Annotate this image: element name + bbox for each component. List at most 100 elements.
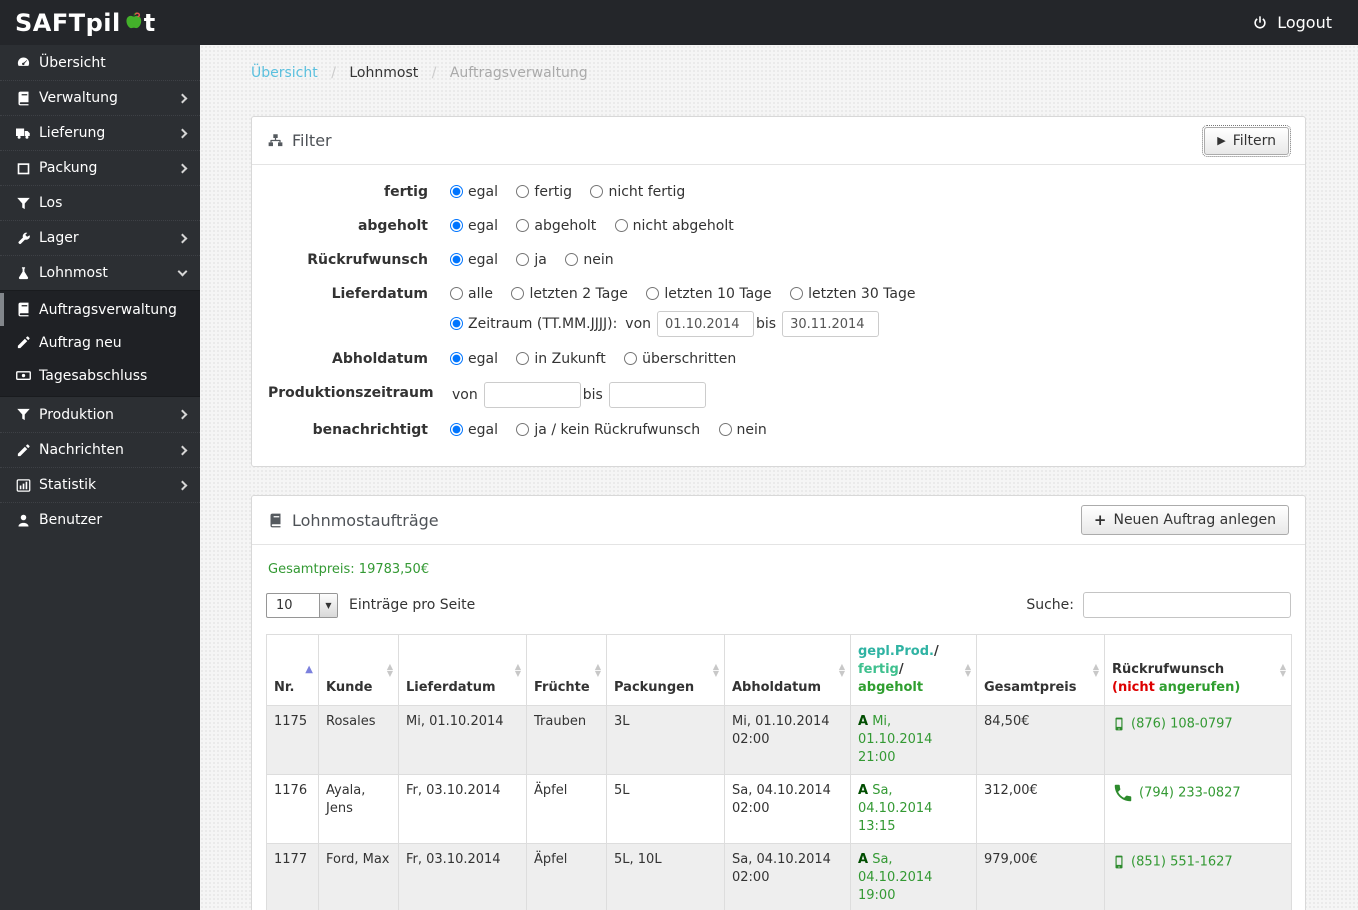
- radio-rueckruf-ja[interactable]: [516, 253, 530, 266]
- breadcrumb-link-uebersicht[interactable]: Übersicht: [251, 65, 318, 81]
- column-header-rueckrufwunsch[interactable]: Rückrufwunsch (nicht angerufen) ▲ ▼: [1104, 634, 1292, 706]
- sort-icons: ▲ ▼: [712, 662, 719, 678]
- filter-label-benachrichtigt: benachrichtigt: [312, 422, 428, 438]
- banknote-icon: [14, 368, 32, 383]
- radio-abholdatum-zukunft[interactable]: [516, 352, 530, 365]
- per-page-label: Einträge pro Seite: [349, 597, 476, 613]
- sidebar-item-lohnmost[interactable]: Lohnmost: [0, 255, 200, 290]
- filter-label-fertig: fertig: [383, 184, 428, 200]
- column-header-lieferdatum[interactable]: Lieferdatum ▲ ▼: [398, 634, 527, 706]
- orders-panel-body: Gesamtpreis: 19783,50€ 10 ▼ Einträge pro…: [252, 545, 1305, 910]
- order-row-1176[interactable]: 1176 Ayala, Jens Fr, 03.10.2014 Äpfel 5L…: [266, 774, 1292, 844]
- produktion-von-input[interactable]: [483, 382, 581, 408]
- radio-option-rueckruf-ja[interactable]: ja: [516, 252, 547, 268]
- sidebar-item-verwaltung[interactable]: Verwaltung: [0, 80, 200, 115]
- radio-option-benachrichtigt-nein[interactable]: nein: [718, 422, 767, 438]
- radio-option-abholdatum-ueberschritten[interactable]: überschritten: [624, 351, 736, 367]
- cell-packungen: 3L: [606, 705, 725, 775]
- radio-option-fertig-nicht-fertig[interactable]: nicht fertig: [590, 184, 685, 200]
- sidebar-subitem-tagesabschluss[interactable]: Tagesabschluss: [0, 359, 200, 392]
- sidebar-item-uebersicht[interactable]: Übersicht: [0, 45, 200, 80]
- sidebar-item-produktion[interactable]: Produktion: [0, 397, 200, 432]
- radio-fertig-nicht-fertig[interactable]: [590, 185, 604, 198]
- sidebar-item-lieferung[interactable]: Lieferung: [0, 115, 200, 150]
- filter-label-lieferdatum: Lieferdatum: [331, 286, 428, 302]
- lieferdatum-bis-input[interactable]: [782, 311, 880, 337]
- search-area: Suche:: [1026, 592, 1291, 618]
- order-row-1175[interactable]: 1175 Rosales Mi, 01.10.2014 Trauben 3L M…: [266, 705, 1292, 775]
- phone-number-link[interactable]: (851) 551-1627: [1131, 855, 1233, 870]
- radio-abgeholt-nicht-abgeholt[interactable]: [614, 219, 628, 232]
- radio-lieferdatum-alle[interactable]: [450, 287, 463, 300]
- radio-lieferdatum-2tage[interactable]: [511, 287, 525, 300]
- radio-lieferdatum-30tage[interactable]: [790, 287, 804, 300]
- per-page-select[interactable]: 10 ▼: [266, 592, 338, 618]
- radio-option-abgeholt-egal[interactable]: egal: [450, 218, 498, 234]
- radio-benachrichtigt-egal[interactable]: [450, 423, 463, 436]
- sidebar-item-los[interactable]: Los: [0, 185, 200, 220]
- radio-option-abholdatum-zukunft[interactable]: in Zukunft: [516, 351, 606, 367]
- breadcrumb: Übersicht / Lohnmost / Auftragsverwaltun…: [251, 65, 1306, 81]
- produktion-bis-input[interactable]: [608, 382, 706, 408]
- dashboard-icon: [14, 55, 32, 70]
- radio-option-lieferdatum-30tage[interactable]: letzten 30 Tage: [790, 286, 916, 302]
- radio-option-rueckruf-egal[interactable]: egal: [450, 252, 498, 268]
- phone-number-link[interactable]: (876) 108-0797: [1131, 717, 1233, 732]
- radio-lieferdatum-zeitraum[interactable]: [450, 316, 463, 330]
- funnel-icon: [14, 196, 32, 211]
- radio-abholdatum-ueberschritten[interactable]: [624, 352, 638, 365]
- radio-fertig-fertig[interactable]: [516, 185, 530, 198]
- phone-number-link[interactable]: (794) 233-0827: [1139, 786, 1241, 801]
- radio-option-lieferdatum-zeitraum[interactable]: Zeitraum (TT.MM.JJJJ):: [450, 313, 617, 336]
- sidebar-item-packung[interactable]: Packung: [0, 150, 200, 185]
- filtern-button[interactable]: ▶ Filtern: [1202, 124, 1291, 157]
- radio-option-fertig-egal[interactable]: egal: [450, 184, 498, 200]
- radio-abgeholt-abgeholt[interactable]: [516, 219, 530, 232]
- radio-option-abgeholt-nicht-abgeholt[interactable]: nicht abgeholt: [614, 218, 734, 234]
- column-header-abholdatum[interactable]: Abholdatum ▲ ▼: [724, 634, 851, 706]
- radio-option-abholdatum-egal[interactable]: egal: [450, 351, 498, 367]
- column-header-gesamtpreis[interactable]: Gesamtpreis ▲ ▼: [976, 634, 1105, 706]
- order-row-1177[interactable]: 1177 Ford, Max Fr, 03.10.2014 Äpfel 5L, …: [266, 843, 1292, 910]
- radio-option-rueckruf-nein[interactable]: nein: [565, 252, 614, 268]
- radio-rueckruf-egal[interactable]: [450, 253, 463, 266]
- sort-icons: ▲ ▼: [514, 662, 521, 678]
- radio-option-benachrichtigt-ja[interactable]: ja / kein Rückrufwunsch: [516, 422, 700, 438]
- radio-fertig-egal[interactable]: [450, 185, 463, 198]
- lieferdatum-von-input[interactable]: [657, 311, 755, 337]
- radio-lieferdatum-10tage[interactable]: [646, 287, 660, 300]
- search-input[interactable]: [1083, 592, 1291, 618]
- radio-rueckruf-nein[interactable]: [565, 253, 579, 266]
- sidebar-item-nachrichten[interactable]: Nachrichten: [0, 432, 200, 467]
- filter-row-fertig: fertig egal fertig nicht fertig: [268, 181, 1289, 204]
- sidebar-subitem-label: Tagesabschluss: [39, 367, 148, 384]
- column-header-packungen[interactable]: Packungen ▲ ▼: [606, 634, 725, 706]
- radio-option-lieferdatum-alle[interactable]: alle: [450, 286, 493, 302]
- radio-benachrichtigt-ja[interactable]: [516, 423, 530, 436]
- filter-row-lieferdatum: Lieferdatum alle letzten 2 Tage letzten …: [268, 283, 1289, 337]
- radio-option-lieferdatum-2tage[interactable]: letzten 2 Tage: [511, 286, 628, 302]
- filter-panel-title: Filter: [268, 131, 332, 150]
- sidebar-item-benutzer[interactable]: Benutzer: [0, 502, 200, 537]
- app-logo[interactable]: SAFTpil t: [0, 8, 156, 38]
- column-header-status[interactable]: gepl.Prod./ fertig/ abgeholt ▲ ▼: [850, 634, 977, 706]
- column-header-fruechte[interactable]: Früchte ▲ ▼: [526, 634, 607, 706]
- radio-benachrichtigt-nein[interactable]: [718, 423, 732, 436]
- radio-option-fertig-fertig[interactable]: fertig: [516, 184, 572, 200]
- column-header-nr[interactable]: Nr. ▲: [266, 634, 319, 706]
- logout-button[interactable]: Logout: [1252, 13, 1358, 32]
- sidebar-subitem-auftragsverwaltung[interactable]: Auftragsverwaltung: [0, 293, 200, 326]
- cell-lieferdatum: Mi, 01.10.2014: [398, 705, 527, 775]
- column-header-kunde[interactable]: Kunde ▲ ▼: [318, 634, 399, 706]
- radio-option-benachrichtigt-egal[interactable]: egal: [450, 422, 498, 438]
- radio-option-abgeholt-abgeholt[interactable]: abgeholt: [516, 218, 596, 234]
- sort-icons: ▲ ▼: [964, 662, 971, 678]
- radio-abgeholt-egal[interactable]: [450, 219, 463, 232]
- sidebar-item-statistik[interactable]: Statistik: [0, 467, 200, 502]
- sidebar-item-lager[interactable]: Lager: [0, 220, 200, 255]
- new-order-button[interactable]: + Neuen Auftrag anlegen: [1080, 505, 1289, 535]
- radio-option-lieferdatum-10tage[interactable]: letzten 10 Tage: [646, 286, 772, 302]
- radio-abholdatum-egal[interactable]: [450, 352, 463, 365]
- cell-abholdatum: Sa, 04.10.2014 02:00: [724, 843, 851, 910]
- sidebar-subitem-auftrag-neu[interactable]: Auftrag neu: [0, 326, 200, 359]
